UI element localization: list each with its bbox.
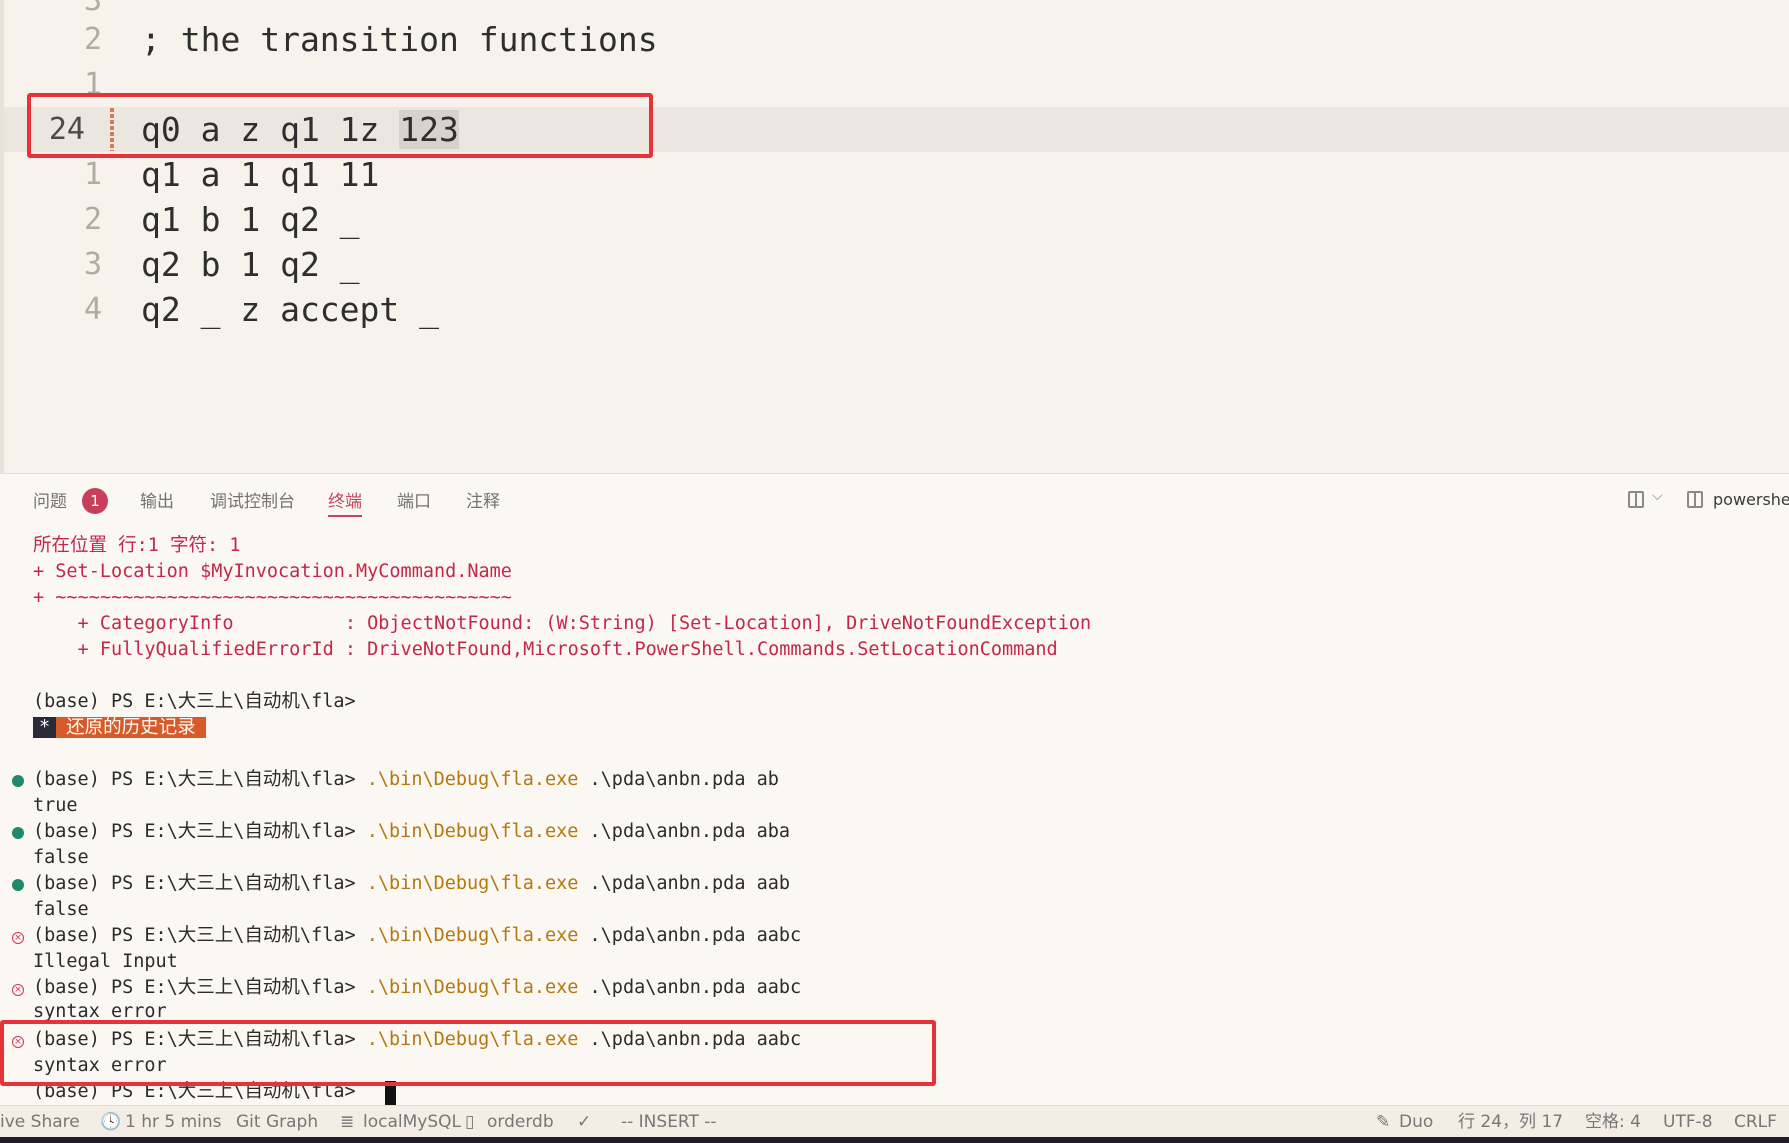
- tab-ports[interactable]: 端口: [397, 489, 431, 515]
- cursor-position[interactable]: 行 24，列 17: [1458, 1111, 1563, 1133]
- duo-button[interactable]: Duo: [1399, 1111, 1433, 1133]
- encoding[interactable]: UTF-8: [1663, 1111, 1713, 1133]
- terminal-error-line: + ~~~~~~~~~~~~~~~~~~~~~~~~~~~~~~~~~~~~~~…: [33, 587, 512, 608]
- command-error-icon[interactable]: ×: [12, 932, 24, 944]
- indentation[interactable]: 空格: 4: [1585, 1111, 1641, 1133]
- panel-tab-bar: 问题 1 输出 调试控制台 终端 端口 注释 ⌵ powershell: [0, 474, 1789, 530]
- tab-debug-console[interactable]: 调试控制台: [210, 489, 295, 515]
- chevron-down-icon[interactable]: ⌵: [1652, 488, 1663, 504]
- git-graph-button[interactable]: Git Graph: [236, 1111, 318, 1133]
- vim-mode: -- INSERT --: [621, 1112, 717, 1132]
- line-number: 3: [83, 247, 102, 282]
- line-number: 4: [83, 292, 102, 327]
- command-executable: .\bin\Debug\fla.exe: [366, 925, 579, 946]
- terminal-output-line: false: [33, 847, 89, 868]
- code-text: q2 _ z accept _: [141, 290, 440, 329]
- restored-history-label: 还原的历史记录: [56, 717, 206, 738]
- terminal-instance-label[interactable]: powershell: [1713, 490, 1789, 509]
- terminal-command-line: (base) PS E:\大三上\自动机\fla> .\bin\Debug\fl…: [33, 976, 801, 1000]
- database-name[interactable]: orderdb: [487, 1111, 554, 1133]
- tab-problems[interactable]: 问题: [33, 489, 67, 515]
- terminal-output-line: false: [33, 899, 89, 920]
- terminal-output-line: Illegal Input: [33, 951, 178, 972]
- split-terminal-icon[interactable]: [1628, 491, 1644, 508]
- terminal-output-line: true: [33, 795, 78, 816]
- command-success-dot-icon[interactable]: [12, 879, 24, 891]
- command-executable: .\bin\Debug\fla.exe: [366, 977, 579, 998]
- clock-icon: 🕓: [100, 1112, 122, 1132]
- terminal-prompt: (base) PS E:\大三上\自动机\fla>: [33, 873, 356, 894]
- command-args: .\pda\anbn.pda ab: [578, 769, 779, 790]
- editor-line[interactable]: 4 q2 _ z accept _: [0, 287, 1789, 332]
- problems-count-badge: 1: [82, 488, 108, 514]
- restored-history-star: *: [33, 717, 57, 738]
- code-text: ; the transition functions: [141, 20, 658, 59]
- line-number: 2: [83, 22, 102, 57]
- code-text: q1 a 1 q1 11: [141, 155, 380, 194]
- terminal-prompt: (base) PS E:\大三上\自动机\fla>: [33, 977, 356, 998]
- bottom-panel: 问题 1 输出 调试控制台 终端 端口 注释 ⌵ powershell 所在位置…: [0, 473, 1789, 1106]
- terminal-prompt: (base) PS E:\大三上\自动机\fla>: [33, 925, 356, 946]
- status-bar: ive Share 🕓 1 hr 5 mins Git Graph ≣ loca…: [0, 1105, 1789, 1138]
- editor-line[interactable]: 2 ; the transition functions: [0, 17, 1789, 62]
- command-args: .\pda\anbn.pda aabc: [578, 977, 802, 998]
- terminal-error-line: + FullyQualifiedErrorId : DriveNotFound,…: [33, 639, 1058, 660]
- terminal-command-line: (base) PS E:\大三上\自动机\fla> .\bin\Debug\fl…: [33, 820, 790, 844]
- terminal-command-line: (base) PS E:\大三上\自动机\fla> .\bin\Debug\fl…: [33, 768, 779, 792]
- annotation-highlight-box: [27, 93, 653, 158]
- tab-output[interactable]: 输出: [140, 489, 174, 515]
- command-args: .\pda\anbn.pda aba: [578, 821, 791, 842]
- line-ending[interactable]: CRLF: [1734, 1111, 1777, 1133]
- code-editor[interactable]: 3 2 ; the transition functions 1 24 q0 a…: [0, 0, 1789, 473]
- terminal-prompt: (base) PS E:\大三上\自动机\fla>: [33, 691, 356, 712]
- command-args: .\pda\anbn.pda aab: [578, 873, 791, 894]
- tab-terminal[interactable]: 终端: [328, 489, 362, 517]
- line-number: 1: [83, 157, 102, 192]
- database-icon: ≣: [340, 1112, 355, 1132]
- terminal-prompt: (base) PS E:\大三上\自动机\fla>: [33, 769, 356, 790]
- line-number: 2: [83, 202, 102, 237]
- terminal-error-line: + CategoryInfo : ObjectNotFound: (W:Stri…: [33, 613, 1092, 634]
- terminal-instance-icon[interactable]: [1687, 491, 1703, 508]
- check-icon[interactable]: ✓: [577, 1111, 591, 1133]
- editor-line[interactable]: 2 q1 b 1 q2 _: [0, 197, 1789, 242]
- editor-line[interactable]: 1 q1 a 1 q1 11: [0, 152, 1789, 197]
- terminal-prompt: (base) PS E:\大三上\自动机\fla>: [33, 821, 356, 842]
- terminal-error-line: + Set-Location $MyInvocation.MyCommand.N…: [33, 561, 512, 582]
- annotation-highlight-box: [0, 1020, 936, 1086]
- command-error-icon[interactable]: ×: [12, 984, 24, 996]
- command-success-dot-icon[interactable]: [12, 827, 24, 839]
- sparkle-icon: ✎: [1376, 1112, 1391, 1132]
- command-executable: .\bin\Debug\fla.exe: [366, 769, 579, 790]
- restored-history-banner: * 还原的历史记录: [33, 716, 206, 740]
- terminal-command-line: (base) PS E:\大三上\自动机\fla> .\bin\Debug\fl…: [33, 924, 801, 948]
- terminal-error-line: 所在位置 行:1 字符: 1: [33, 535, 241, 556]
- editor-line[interactable]: 3 q2 b 1 q2 _: [0, 242, 1789, 287]
- live-share-button[interactable]: ive Share: [0, 1111, 80, 1133]
- command-args: .\pda\anbn.pda aabc: [578, 925, 802, 946]
- command-success-dot-icon[interactable]: [12, 775, 24, 787]
- terminal-command-line: (base) PS E:\大三上\自动机\fla> .\bin\Debug\fl…: [33, 872, 790, 896]
- command-executable: .\bin\Debug\fla.exe: [366, 821, 579, 842]
- window-bottom-edge: [0, 1137, 1789, 1143]
- command-executable: .\bin\Debug\fla.exe: [366, 873, 579, 894]
- session-time[interactable]: 1 hr 5 mins: [125, 1111, 222, 1133]
- code-text: q2 b 1 q2 _: [141, 245, 360, 284]
- mysql-connection[interactable]: localMySQL: [363, 1111, 461, 1133]
- code-text: q1 b 1 q2 _: [141, 200, 360, 239]
- tab-comments[interactable]: 注释: [466, 489, 500, 515]
- db-cylinder-icon: ▯: [465, 1112, 475, 1132]
